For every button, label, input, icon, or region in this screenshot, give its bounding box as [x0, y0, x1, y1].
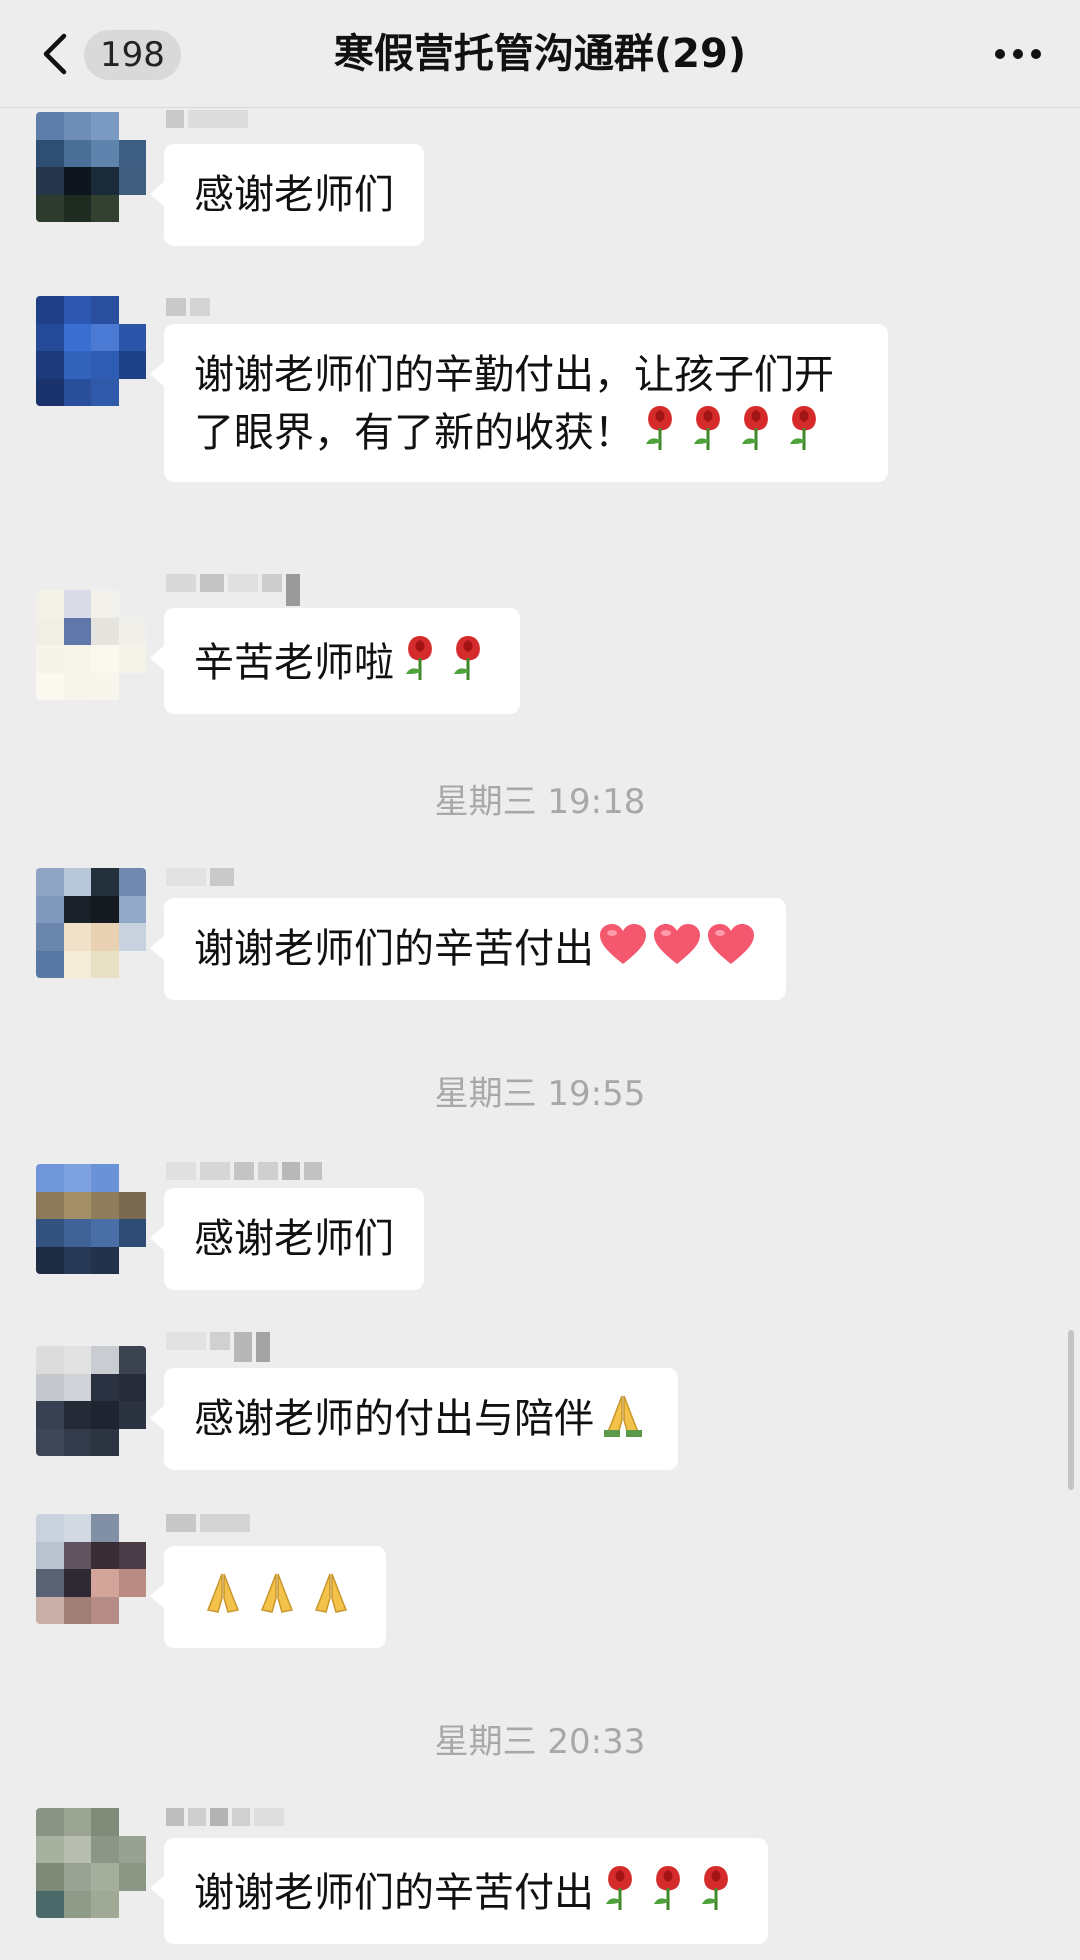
message-bubble[interactable]: 谢谢老师们的辛勤付出，让孩子们开了眼界，有了新的收获！ [150, 324, 888, 482]
rose-emoji-group [634, 406, 826, 456]
scrollbar[interactable] [1068, 1330, 1074, 1490]
message-text: 感谢老师们 [194, 1216, 394, 1262]
sender-name-redacted [166, 574, 300, 606]
sender-name-redacted [166, 298, 210, 316]
message-text: 谢谢老师们的辛苦付出 [194, 1870, 594, 1916]
avatar[interactable] [36, 868, 146, 978]
rose-emoji-group [594, 1866, 738, 1916]
avatar[interactable] [36, 1514, 146, 1624]
sender-name-redacted [166, 1162, 322, 1180]
rose-icon [454, 636, 480, 680]
message-text: 感谢老师的付出与陪伴 [194, 1396, 594, 1442]
folded-hands-icon [206, 1573, 240, 1613]
avatar[interactable] [36, 1346, 146, 1456]
rose-icon [790, 406, 816, 450]
more-button[interactable] [992, 38, 1044, 70]
rose-icon [406, 636, 432, 680]
message-text: 谢谢老师们的辛苦付出 [194, 926, 594, 972]
avatar[interactable] [36, 1164, 146, 1274]
heart-icon [708, 924, 754, 964]
back-button[interactable] [36, 28, 76, 80]
avatar[interactable] [36, 1808, 146, 1918]
message-bubble[interactable]: 谢谢老师们的辛苦付出 [150, 1838, 768, 1944]
heart-icon [654, 924, 700, 964]
rose-icon [646, 406, 672, 450]
rose-icon [694, 406, 720, 450]
timestamp: 星期三 20:33 [434, 1722, 646, 1762]
rose-icon [606, 1866, 632, 1910]
message-bubble[interactable]: 感谢老师的付出与陪伴 [150, 1368, 678, 1470]
unread-count-badge[interactable]: 198 [84, 30, 181, 80]
message-text: 辛苦老师啦 [194, 640, 394, 686]
chevron-left-icon [43, 33, 67, 75]
message-bubble[interactable] [150, 1546, 386, 1648]
message-bubble[interactable]: 辛苦老师啦 [150, 608, 520, 714]
message-text: 感谢老师们 [194, 172, 394, 218]
rose-icon [702, 1866, 728, 1910]
avatar[interactable] [36, 296, 146, 406]
sender-name-redacted [166, 868, 234, 886]
folded-hands-icon [314, 1573, 348, 1613]
rose-emoji-group [394, 636, 490, 686]
folded-hands-emoji-group [594, 1395, 648, 1442]
avatar[interactable] [36, 112, 146, 222]
folded-hands-icon [260, 1573, 294, 1613]
avatar[interactable] [36, 590, 146, 700]
more-dots-icon [995, 49, 1041, 59]
sender-name-redacted [166, 1332, 270, 1362]
sender-name-redacted [166, 110, 248, 128]
message-bubble[interactable]: 谢谢老师们的辛苦付出 [150, 898, 786, 1000]
sender-name-redacted [166, 1514, 250, 1532]
heart-emoji-group [594, 924, 756, 972]
timestamp: 星期三 19:18 [434, 782, 646, 822]
rose-icon [654, 1866, 680, 1910]
heart-icon [600, 924, 646, 964]
chat-header: 198 寒假营托管沟通群(29) [0, 0, 1080, 108]
message-bubble[interactable]: 感谢老师们 [150, 1188, 424, 1290]
message-bubble[interactable]: 感谢老师们 [150, 144, 424, 246]
folded-hands-icon [604, 1395, 642, 1437]
folded-hands-emoji-group [194, 1573, 356, 1620]
sender-name-redacted [166, 1808, 284, 1826]
rose-icon [742, 406, 768, 450]
timestamp: 星期三 19:55 [434, 1074, 646, 1114]
